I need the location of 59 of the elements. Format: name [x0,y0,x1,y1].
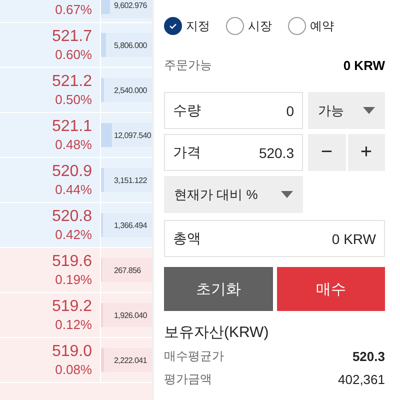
change-text: 0.08% [55,360,92,378]
price-text: 521.2 [52,72,92,90]
reset-button[interactable]: 초기화 [164,267,272,311]
volume-text: 267.856 [114,266,141,274]
radio-label: 지정 [186,18,210,34]
input-field[interactable]: 수량 0 [164,92,303,129]
change-text: 0.48% [55,136,92,154]
orderbook-row[interactable]: 521.2 0.50% 2,540.000 [0,68,152,113]
holding-label: 매수평균가 [164,348,224,365]
buy-button[interactable]: 매수 [276,267,385,311]
orderbook-row[interactable]: 519.2 0.12% 1,926.040 [0,293,152,338]
volume-text: 2,540.000 [114,86,147,94]
change-text: 0.44% [55,180,92,198]
change-text: 0.42% [55,226,92,244]
radio-label: 시장 [248,18,272,34]
change-text: 0.67% [55,1,92,19]
caret-icon [363,107,375,114]
price-text: 519.0 [52,342,92,360]
available-value: 0 KRW [343,58,385,72]
volume-text: 5,806.000 [114,40,147,50]
holding-label: 평가금액 [164,371,212,388]
holding-value: 402,361 [338,372,385,387]
volume-text: 1,366.494 [114,220,147,230]
change-text: 0.50% [55,90,92,108]
volume-text: 1,926.040 [114,310,147,320]
orderbook-row[interactable]: 521.7 0.60% 5,806.000 [0,23,152,68]
price-text: 519.2 [52,296,92,316]
orderbook-row[interactable]: 0.67% 9,602.976 [0,0,152,23]
mode-dropdown[interactable]: 가능 [308,92,385,129]
caret-icon [281,191,293,198]
price-text: 521.7 [52,26,92,46]
volume-text: 2,222.041 [114,356,147,364]
price-mode-dropdown[interactable]: 현재가 대비 % [164,176,303,213]
change-text: 0.19% [55,270,92,288]
holdings-title: 보유자산(KRW) [164,323,270,343]
input-field[interactable]: 가격 520.3 [164,134,303,171]
radio-button[interactable] [226,17,244,35]
minus-button[interactable]: − [308,134,346,171]
volume-text: 9,602.976 [114,1,147,10]
radio-button[interactable] [164,17,182,35]
available-label: 주문가능 [164,56,212,74]
radio-button[interactable] [288,17,306,35]
orderbook-row[interactable]: 521.1 0.48% 12,097.540 [0,113,152,158]
change-text: 0.60% [55,46,92,64]
orderbook-row[interactable]: 520.8 0.42% 1,366.494 [0,203,152,248]
change-text: 0.12% [55,316,92,334]
price-text: 521.1 [52,116,92,136]
price-text: 520.9 [52,162,92,180]
price-text: 520.8 [52,206,92,226]
orderbook-row[interactable]: 520.9 0.44% 3,151.122 [0,158,152,203]
orderbook-row[interactable]: 519.6 0.19% 267.856 [0,248,152,293]
volume-text: 12,097.540 [114,130,152,140]
price-text: 519.6 [52,252,92,270]
holding-value: 520.3 [352,349,385,364]
orderbook-row[interactable]: 519.0 0.08% 2,222.041 [0,338,152,383]
plus-button[interactable]: + [348,134,385,171]
radio-label: 예약 [310,18,334,34]
volume-text: 3,151.122 [114,176,147,184]
input-field[interactable]: 총액 0 KRW [164,220,385,257]
